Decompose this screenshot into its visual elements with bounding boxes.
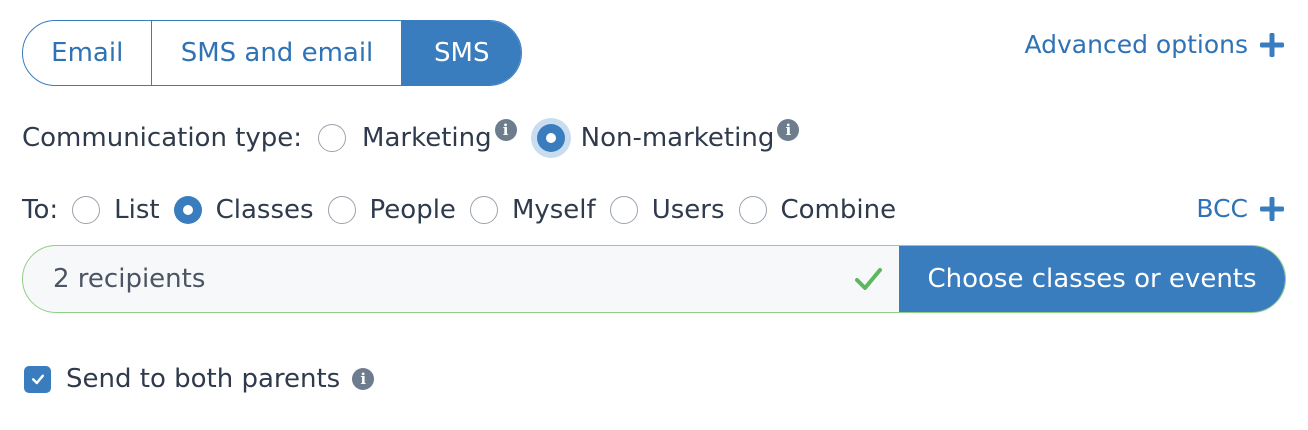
communication-type-label: Communication type: xyxy=(22,123,303,153)
recipients-field: 2 recipients Choose classes or events xyxy=(22,245,1286,313)
radio-classes[interactable] xyxy=(173,196,202,224)
bcc-link[interactable]: BCC xyxy=(1196,194,1284,223)
choose-classes-button[interactable]: Choose classes or events xyxy=(899,246,1285,312)
checkmark-icon xyxy=(855,268,882,290)
non-marketing-info-icon[interactable]: i xyxy=(777,119,800,141)
users-label: Users xyxy=(651,195,725,225)
radio-list[interactable] xyxy=(72,196,101,224)
marketing-info-icon[interactable]: i xyxy=(494,119,517,141)
classes-label: Classes xyxy=(215,195,314,225)
recipient-type-row: To: List Classes People Myself Users Com… xyxy=(22,188,896,232)
radio-users[interactable] xyxy=(609,196,638,224)
tab-sms[interactable]: SMS xyxy=(402,21,521,85)
send-to-both-parents-row: Send to both parents i xyxy=(24,362,375,396)
combine-label: Combine xyxy=(780,195,897,225)
send-to-both-parents-checkbox[interactable] xyxy=(24,365,51,393)
send-to-both-parents-info-icon[interactable]: i xyxy=(352,368,375,390)
to-label: To: xyxy=(22,195,59,225)
radio-people[interactable] xyxy=(327,196,356,224)
channel-toggle: Email SMS and email SMS xyxy=(22,20,522,86)
list-label: List xyxy=(114,195,160,225)
marketing-label: Marketing xyxy=(362,123,492,153)
tab-email[interactable]: Email xyxy=(23,21,153,85)
advanced-options-label: Advanced options xyxy=(1024,30,1248,59)
check-icon xyxy=(31,374,44,385)
communication-type-row: Communication type: Marketing i Non-mark… xyxy=(22,116,800,160)
radio-non-marketing[interactable] xyxy=(536,124,565,152)
non-marketing-label: Non-marketing xyxy=(580,123,775,153)
bcc-label: BCC xyxy=(1196,194,1248,223)
people-label: People xyxy=(369,195,456,225)
plus-icon xyxy=(1260,196,1284,221)
recipients-value[interactable]: 2 recipients xyxy=(23,264,853,294)
plus-icon xyxy=(1260,32,1284,57)
radio-myself[interactable] xyxy=(469,196,498,224)
radio-combine[interactable] xyxy=(738,196,767,224)
tab-sms-and-email[interactable]: SMS and email xyxy=(152,21,403,85)
myself-label: Myself xyxy=(511,195,596,225)
send-to-both-parents-label: Send to both parents xyxy=(66,364,341,394)
radio-marketing[interactable] xyxy=(318,124,347,152)
advanced-options-link[interactable]: Advanced options xyxy=(1024,30,1284,59)
